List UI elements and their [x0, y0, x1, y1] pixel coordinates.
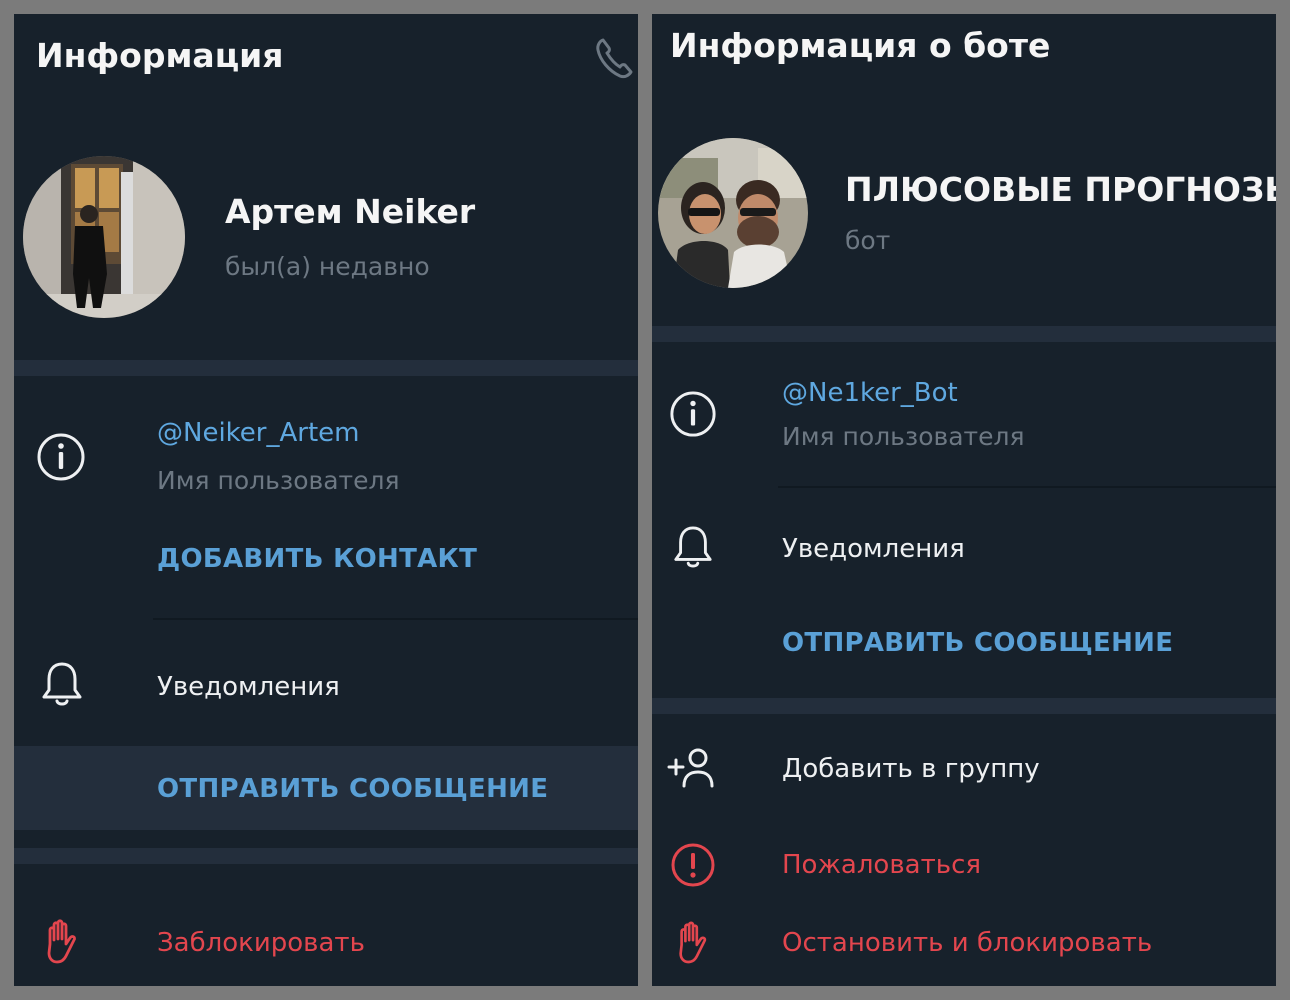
hand-stop-icon: [42, 918, 82, 966]
username-label: Имя пользователя: [157, 466, 400, 495]
info-icon: [669, 390, 717, 438]
user-status: был(а) недавно: [225, 252, 430, 281]
user-avatar[interactable]: [23, 156, 185, 318]
notifications-item[interactable]: Уведомления: [782, 534, 965, 564]
add-contact-button[interactable]: ДОБАВИТЬ КОНТАКТ: [157, 544, 477, 574]
send-message-button[interactable]: ОТПРАВИТЬ СООБЩЕНИЕ: [782, 628, 1173, 658]
bell-icon: [40, 660, 84, 708]
add-to-group-button[interactable]: Добавить в группу: [782, 754, 1040, 784]
username-link[interactable]: @Neiker_Artem: [157, 418, 359, 448]
item-separator: [778, 486, 1276, 488]
section-divider: [14, 848, 638, 864]
username-link[interactable]: @Ne1ker_Bot: [782, 378, 958, 408]
bot-name: ПЛЮСОВЫЕ ПРОГНОЗЫ: [845, 170, 1276, 209]
section-divider: [652, 698, 1276, 714]
panel-title: Информация о боте: [670, 26, 1051, 65]
username-label: Имя пользователя: [782, 422, 1025, 451]
stop-and-block-button[interactable]: Остановить и блокировать: [782, 928, 1152, 958]
bell-icon: [672, 524, 714, 570]
user-info-panel: Информация Артем Neiker был(а) недавно @…: [14, 14, 638, 986]
add-user-icon: [666, 746, 718, 790]
info-icon: [36, 432, 86, 482]
item-separator: [153, 618, 638, 620]
block-user-button[interactable]: Заблокировать: [157, 928, 365, 958]
phone-icon[interactable]: [594, 36, 636, 80]
report-icon: [670, 842, 716, 888]
user-name: Артем Neiker: [225, 192, 476, 231]
section-divider: [652, 326, 1276, 342]
section-divider: [14, 360, 638, 376]
send-message-button[interactable]: ОТПРАВИТЬ СООБЩЕНИЕ: [157, 774, 548, 804]
panel-title: Информация: [36, 36, 284, 75]
bot-avatar[interactable]: [658, 138, 808, 288]
notifications-item[interactable]: Уведомления: [157, 672, 340, 702]
bot-status: бот: [845, 226, 891, 255]
report-button[interactable]: Пожаловаться: [782, 850, 981, 880]
bot-info-panel: Информация о боте ПЛЮСОВЫЕ ПРОГНОЗЫ бот: [652, 14, 1276, 986]
hand-stop-icon: [674, 920, 712, 966]
